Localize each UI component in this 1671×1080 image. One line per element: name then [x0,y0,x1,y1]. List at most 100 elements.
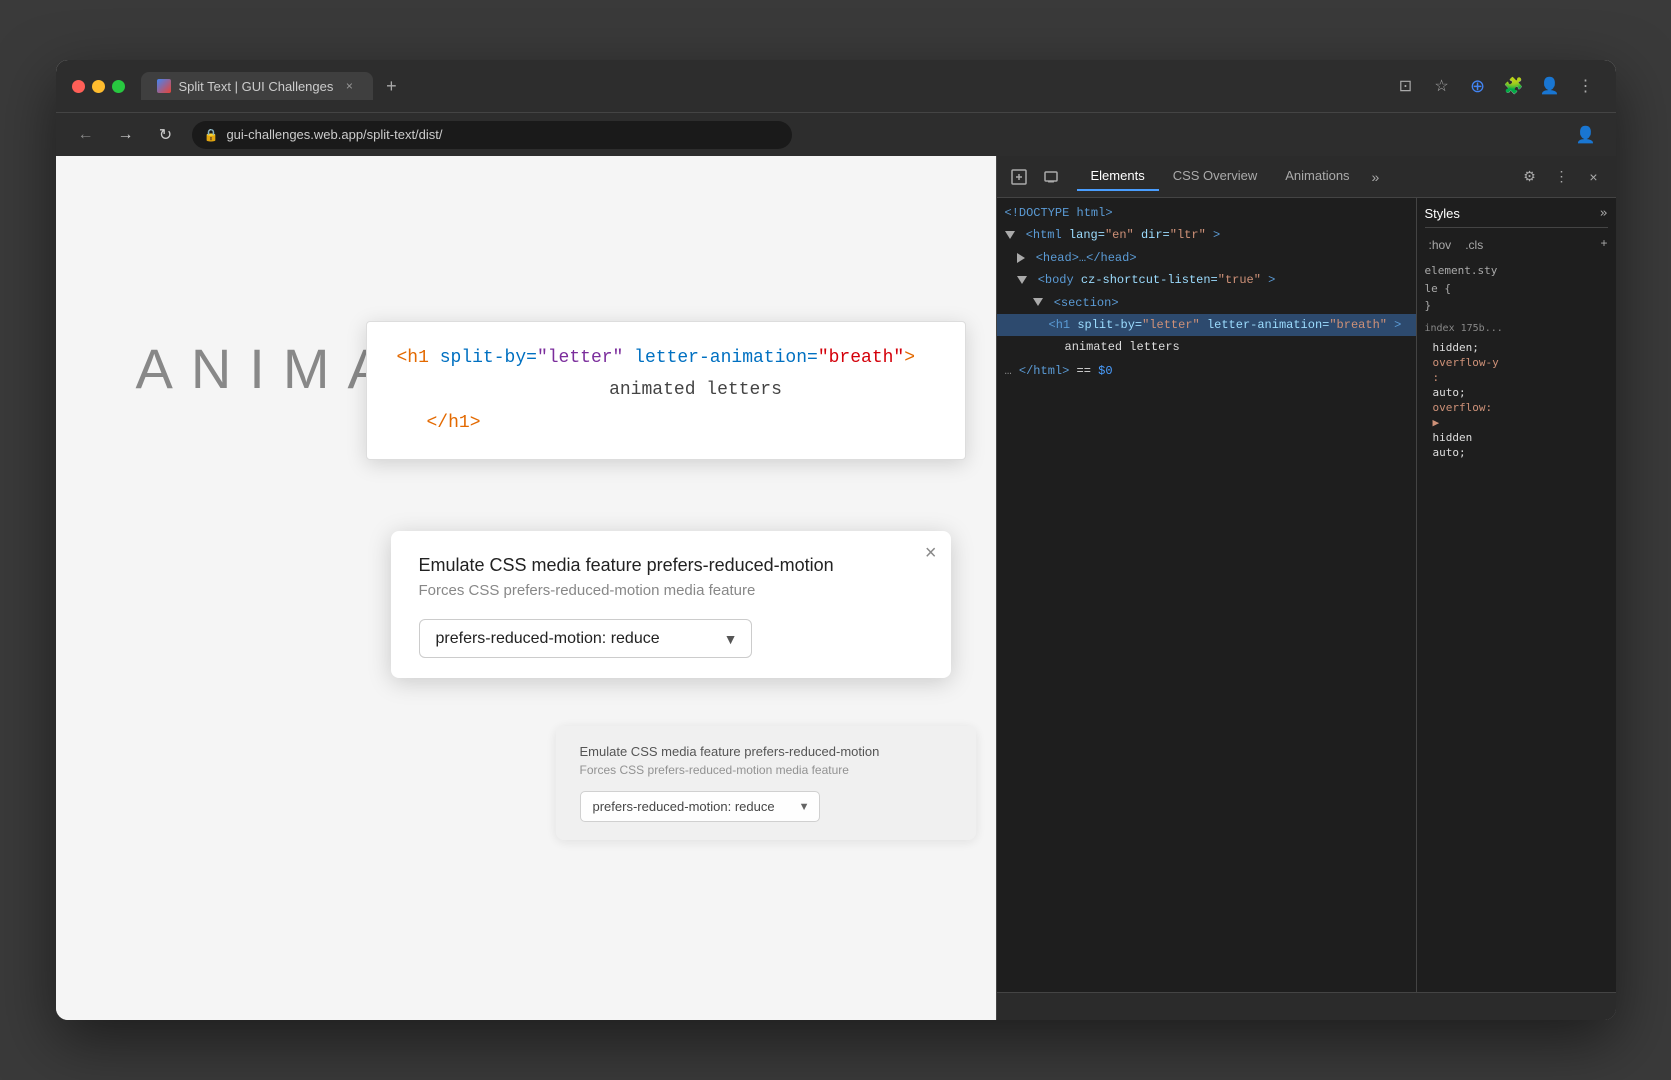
body-line[interactable]: <body cz-shortcut-listen="true" > [997,269,1416,291]
devtools-more-button[interactable]: ⋮ [1548,163,1576,191]
styles-more-button[interactable]: » [1600,206,1608,221]
popup-bg-select-wrapper: prefers-reduced-motion: reduce ▼ [580,791,820,822]
elements-panel[interactable]: <!DOCTYPE html> <html lang="en" dir="ltr… [997,198,1416,992]
overflow-y-prop: overflow-y [1425,355,1608,370]
tab-bar: Split Text | GUI Challenges × + [141,72,1384,100]
h1-line[interactable]: <h1 split-by="letter" letter-animation="… [997,314,1416,336]
address-right-icons: 👤 [1572,121,1600,149]
overflow-auto: auto; [1425,445,1608,460]
tab-title: Split Text | GUI Challenges [179,79,334,94]
hov-cls-row: :hov .cls + [1425,236,1608,254]
doctype-tag: <!DOCTYPE html> [1005,206,1113,220]
profile-icon[interactable]: 👤 [1536,72,1564,100]
devtools-tabs: Elements CSS Overview Animations » [1069,162,1512,191]
h1-close-tag: </h1> [427,413,481,433]
device-toolbar-button[interactable] [1037,163,1065,191]
devtools-settings-button[interactable]: ⚙ [1516,163,1544,191]
code-tooltip-line2: animated letters [397,374,935,406]
tab-css-overview[interactable]: CSS Overview [1159,162,1272,191]
tab-close-button[interactable]: × [341,78,357,94]
close-traffic-light[interactable] [72,80,85,93]
head-expand-triangle[interactable] [1017,253,1025,263]
overflow-styles: hidden; overflow-y : auto; overflow: ▶ h… [1425,340,1608,460]
popup-bg-title: Emulate CSS media feature prefers-reduce… [580,744,952,759]
inspect-element-button[interactable] [1005,163,1033,191]
html-open-line[interactable]: <html lang="en" dir="ltr" > [997,224,1416,246]
h1-tag: <h1 [1049,318,1071,332]
prefers-reduced-motion-select-bg[interactable]: prefers-reduced-motion: reduce [580,791,820,822]
equals-sign: == [1077,364,1099,378]
tab-elements[interactable]: Elements [1077,162,1159,191]
back-button[interactable]: ← [72,121,100,149]
overflow-triangle[interactable]: ▶ [1425,415,1608,430]
bookmark-icon[interactable]: ☆ [1428,72,1456,100]
tab-animations[interactable]: Animations [1271,162,1363,191]
section-collapse-triangle[interactable] [1033,298,1043,306]
element-style-le: le { [1425,280,1608,298]
devtools-content: <!DOCTYPE html> <html lang="en" dir="ltr… [997,198,1616,992]
section-tag: <section> [1054,296,1119,310]
extensions-icon[interactable]: 🧩 [1500,72,1528,100]
minimize-traffic-light[interactable] [92,80,105,93]
tab-more-button[interactable]: » [1364,163,1388,191]
popup-title: Emulate CSS media feature prefers-reduce… [419,555,923,576]
css-feature-popup: × Emulate CSS media feature prefers-redu… [391,531,951,678]
element-style-text: element.sty le { } [1425,262,1608,315]
title-bar: Split Text | GUI Challenges × + ⊡ ☆ ⊕ 🧩 … [56,60,1616,112]
h1-split-by-attr: split-by= [1077,318,1142,332]
overflow-y-value: auto; [1425,385,1608,400]
new-tab-button[interactable]: + [377,72,405,100]
devtools-close-button[interactable]: × [1580,163,1608,191]
style-close-brace: } [1425,297,1608,315]
section-line[interactable]: <section> [997,292,1416,314]
hov-button[interactable]: :hov [1425,236,1456,254]
h1-animation-attr: letter-animation= [1207,318,1329,332]
html-close-bracket: > [1213,228,1220,242]
browser-window: Split Text | GUI Challenges × + ⊡ ☆ ⊕ 🧩 … [56,60,1616,1020]
devtools-header-actions: ⚙ ⋮ × [1516,163,1608,191]
html-tag: <html [1026,228,1062,242]
h1-bracket-close: > [1394,318,1401,332]
devtools-header: Elements CSS Overview Animations » ⚙ ⋮ × [997,156,1616,198]
code-tooltip-line3: </h1> [397,407,935,439]
lock-icon: 🔒 [204,128,219,142]
overflow-hidden-value: hidden; [1425,340,1608,355]
prefers-reduced-motion-select[interactable]: No override prefers-reduced-motion: no-p… [419,619,752,658]
code-text-content: animated letters [609,380,782,400]
html-dir-value: "ltr" [1170,228,1206,242]
cls-button[interactable]: .cls [1461,236,1487,254]
menu-icon[interactable]: ⋮ [1572,72,1600,100]
index-label: index 175b... [1425,323,1608,334]
body-close: > [1268,273,1275,287]
maximize-traffic-light[interactable] [112,80,125,93]
last-html-line[interactable]: … </html> == $0 [997,359,1416,383]
address-field[interactable]: 🔒 gui-challenges.web.app/split-text/dist… [192,121,792,149]
split-by-attr: split-by= [440,348,537,368]
html-close-tag: </html> [1019,364,1069,378]
head-line[interactable]: <head>…</head> [997,247,1416,269]
traffic-lights [72,80,125,93]
cast-icon[interactable]: ⊡ [1392,72,1420,100]
address-text: gui-challenges.web.app/split-text/dist/ [226,127,442,142]
html-collapse-triangle[interactable] [1005,231,1015,239]
forward-button[interactable]: → [112,121,140,149]
body-collapse-triangle[interactable] [1017,276,1027,284]
popup-subtitle: Forces CSS prefers-reduced-motion media … [419,582,923,599]
address-bar: ← → ↻ 🔒 gui-challenges.web.app/split-tex… [56,112,1616,156]
chrome-icon[interactable]: ⊕ [1464,72,1492,100]
animated-letters-text: animated letters [1065,340,1180,354]
popup-bg-subtitle: Forces CSS prefers-reduced-motion media … [580,763,952,777]
add-style-button[interactable]: + [1600,236,1607,254]
popup-select-wrapper: No override prefers-reduced-motion: no-p… [419,619,752,658]
doctype-line: <!DOCTYPE html> [997,202,1416,224]
active-tab[interactable]: Split Text | GUI Challenges × [141,72,374,100]
reload-button[interactable]: ↻ [152,121,180,149]
html-dir-attr: dir= [1141,228,1170,242]
tab-favicon [157,79,171,93]
body-tag: <body [1038,273,1074,287]
popup-close-button[interactable]: × [925,543,937,563]
main-area: ANIMATED LETTERS <h1 split-by="letter" l… [56,156,1616,1020]
profile-menu-icon[interactable]: 👤 [1572,121,1600,149]
split-by-value: "letter" [537,348,623,368]
dollar-zero: $0 [1098,364,1112,378]
